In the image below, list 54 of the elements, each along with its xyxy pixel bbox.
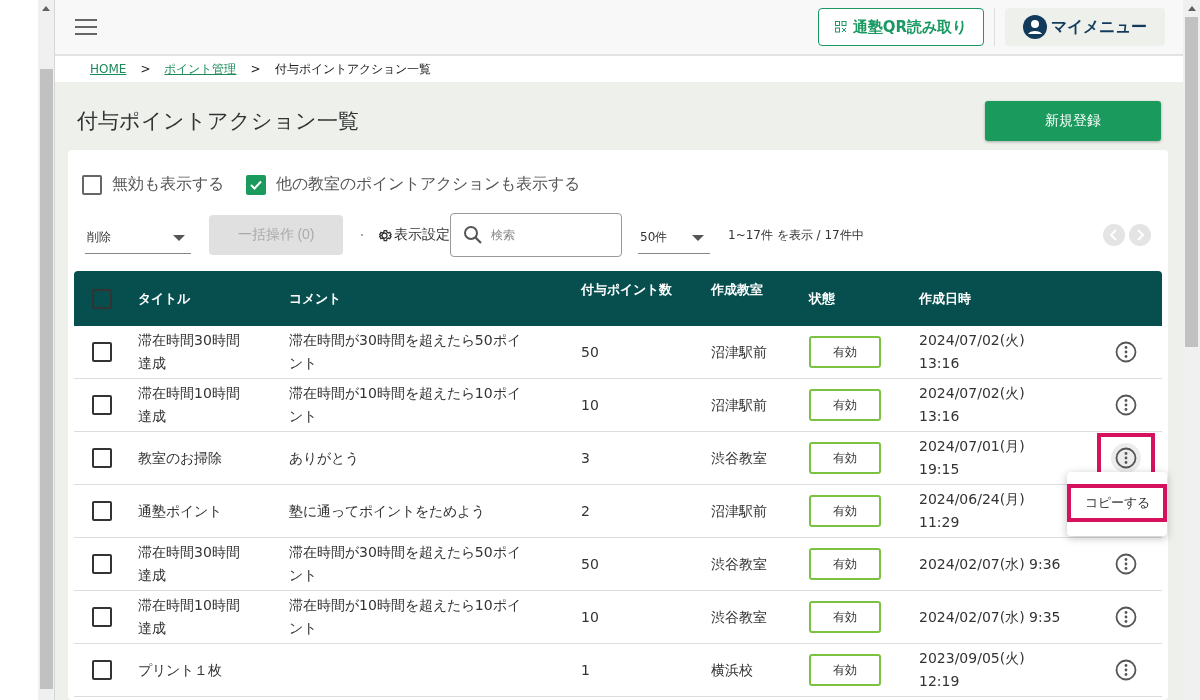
breadcrumb-separator: > (140, 62, 151, 76)
column-header: 作成教室 (711, 281, 763, 299)
status-badge: 有効 (809, 336, 881, 368)
table-cell-text: 沼津駅前 (711, 395, 767, 415)
column-header: 付与ポイント数 (581, 281, 672, 299)
status-badge: 有効 (809, 601, 881, 633)
table-cell-text: 2024/02/07(水) 9:36 (919, 554, 1061, 574)
page-title: 付与ポイントアクション一覧 (77, 107, 359, 135)
checkbox-label: 他の教室のポイントアクションも表示する (276, 174, 580, 195)
table-cell-text: プリント１枚 (138, 660, 222, 680)
table-cell-text: 50 (581, 342, 599, 362)
column-header: コメント (289, 289, 341, 308)
table-cell-text: 2024/07/01(月) 19:15 (919, 437, 1025, 479)
table-cell-text: 滞在時間が30時間を超えたら50ポイント (289, 543, 522, 585)
status-badge: 有効 (809, 442, 881, 474)
table-cell-text: 通塾ポイント (138, 501, 222, 521)
column-header: タイトル (138, 289, 190, 308)
table-cell-text: 滞在時間30時間達成 (138, 331, 241, 373)
table-cell-text: 沼津駅前 (711, 342, 767, 362)
table-cell-text: 滞在時間が30時間を超えたら50ポイント (289, 331, 522, 373)
breadcrumb-current: 付与ポイントアクション一覧 (274, 60, 431, 78)
table-cell-text: 2024/07/02(火) 13:16 (919, 331, 1025, 373)
table-cell-text: 1 (581, 660, 590, 680)
table-cell-text: 渋谷教室 (711, 554, 767, 574)
table-cell-text: 渋谷教室 (711, 448, 767, 468)
column-header: 作成日時 (919, 289, 971, 308)
range-text: 1~17件 を表示 / 17件中 (728, 226, 864, 244)
table-cell-text: 2024/07/02(火) 13:16 (919, 384, 1025, 426)
table-cell-text: 50 (581, 554, 599, 574)
status-badge: 有効 (809, 389, 881, 421)
table-cell-text: 2024/06/24(月) 11:29 (919, 490, 1025, 532)
table-cell-text: 滞在時間が10時間を超えたら10ポイント (289, 596, 522, 638)
checkbox-label: 無効も表示する (112, 174, 224, 195)
table-cell-text: 滞在時間10時間達成 (138, 596, 241, 638)
column-header: 状態 (809, 289, 835, 308)
table-cell-text: 横浜校 (711, 660, 753, 680)
status-badge: 有効 (809, 654, 881, 686)
table-cell-text: 塾に通ってポイントをためよう (289, 501, 485, 521)
status-badge: 有効 (809, 548, 881, 580)
table-cell-text: 滞在時間10時間達成 (138, 384, 241, 426)
table-cell-text: 2023/09/05(火) 12:19 (919, 649, 1025, 691)
table-cell-text: 沼津駅前 (711, 501, 767, 521)
table-cell-text: 滞在時間が10時間を超えたら10ポイント (289, 384, 522, 426)
table-cell-text: 3 (581, 448, 590, 468)
status-badge: 有効 (809, 495, 881, 527)
breadcrumb-separator: > (250, 62, 261, 76)
table-cell-text: ありがとう (289, 448, 359, 468)
table-cell-text: 10 (581, 607, 599, 627)
table-cell-text: 教室のお掃除 (138, 448, 222, 468)
table-cell-text: 2 (581, 501, 590, 521)
table-cell-text: 渋谷教室 (711, 607, 767, 627)
table-cell-text: 2024/02/07(水) 9:35 (919, 607, 1061, 627)
table-cell-text: 10 (581, 395, 599, 415)
table-cell-text: 滞在時間30時間達成 (138, 543, 241, 585)
